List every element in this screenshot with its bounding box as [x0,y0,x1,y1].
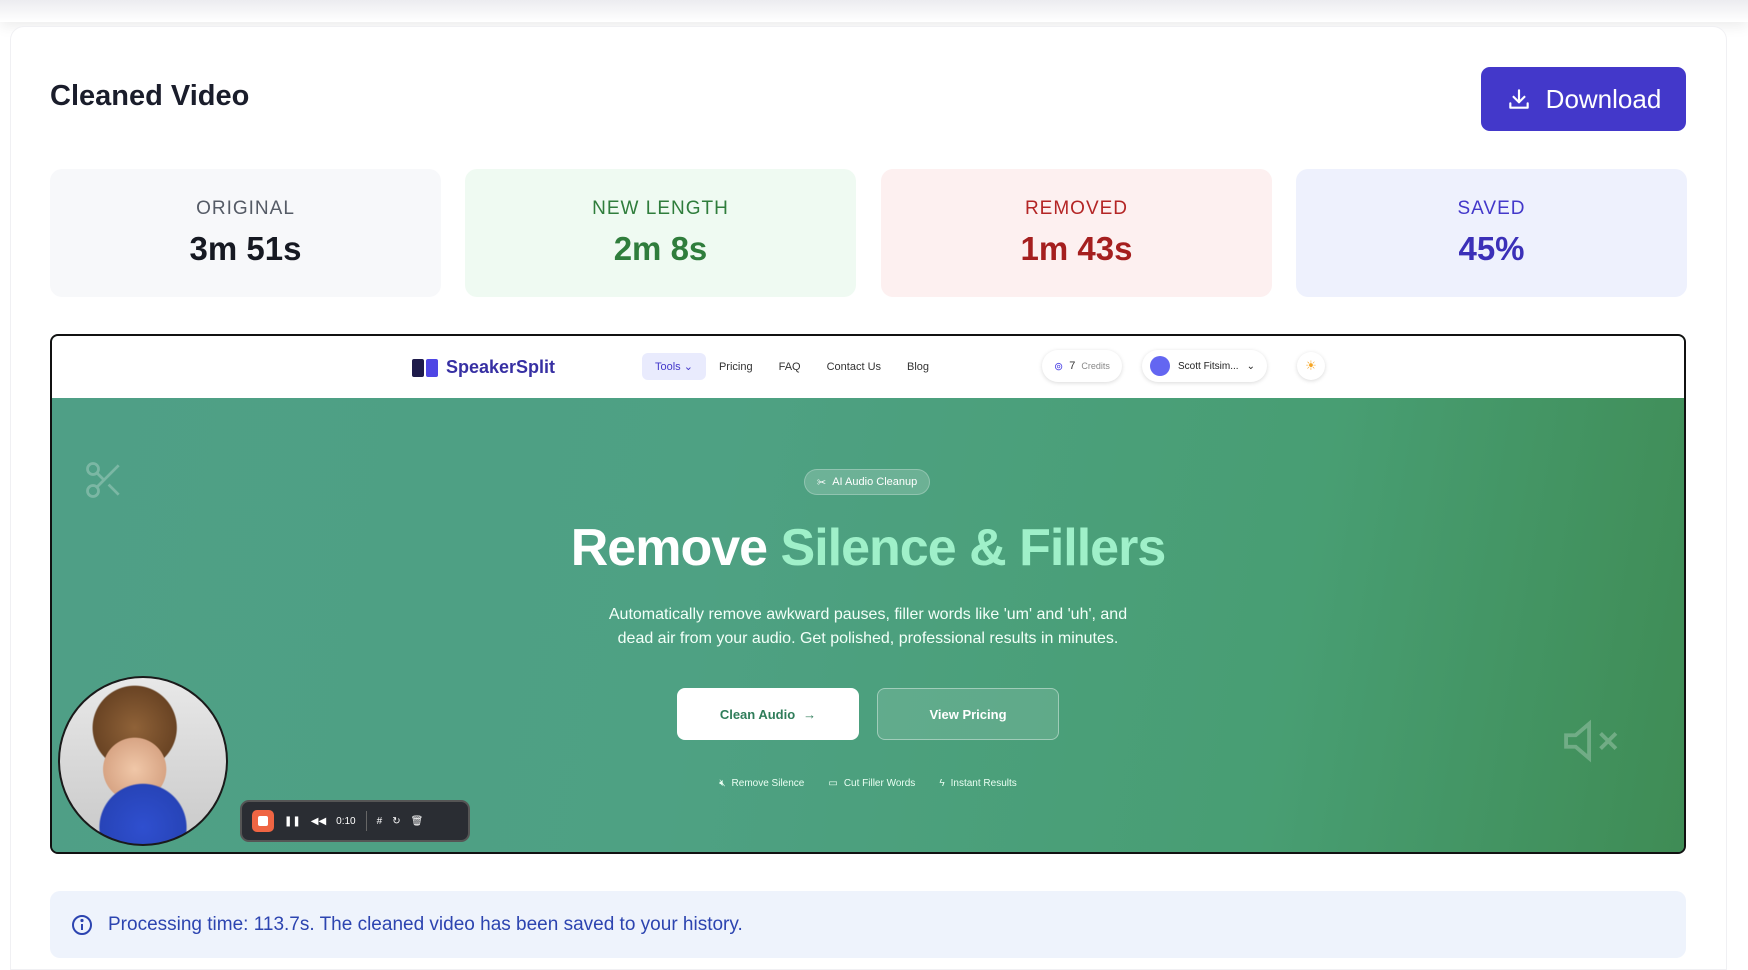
feature-item: ϟ Instant Results [939,778,1017,789]
badge-label: AI Audio Cleanup [832,476,918,488]
grid-icon: # [376,815,383,827]
credits-label: Credits [1081,361,1110,371]
video-nav-faq: FAQ [778,360,801,373]
hero-badge: ✂ AI Audio Cleanup [804,469,931,495]
restart-icon: ↻ [392,815,401,827]
info-icon [72,914,92,935]
user-menu: Scott Fitsim... ⌄ [1142,350,1267,382]
download-label: Download [1545,83,1662,114]
sun-icon: ☀ [1297,352,1325,380]
webcam-overlay [58,676,228,846]
stat-label: SAVED [1457,198,1526,219]
video-nav-tools: Tools ⌄ [642,353,706,380]
video-player[interactable]: SpeakerSplit Tools ⌄ Pricing FAQ Contact… [50,334,1686,854]
video-site-navbar: SpeakerSplit Tools ⌄ Pricing FAQ Contact… [52,336,1684,398]
feature-item: 🔇︎ Remove Silence [719,778,805,789]
pause-icon: ❚❚ [284,815,301,827]
video-site-logo: SpeakerSplit [412,357,555,378]
feature-list: 🔇︎ Remove Silence ▭ Cut Filler Words ϟ Inst… [52,778,1684,789]
stat-removed: REMOVED 1m 43s [881,169,1272,297]
download-button[interactable]: Download [1481,67,1686,131]
video-nav-contact: Contact Us [826,360,882,373]
video-nav-pricing: Pricing [718,360,753,373]
bolt-icon: ϟ [939,778,945,789]
trash-icon: 🗑︎ [410,815,424,827]
video-nav-blog: Blog [907,360,930,373]
subtitle-line: Automatically remove awkward pauses, fil… [608,606,1128,623]
hero-headline: Remove Silence & Fillers [52,518,1684,578]
scissors-small-icon: ✂ [817,476,827,489]
mute-icon: 🔇︎ [719,778,726,789]
clean-audio-label: Clean Audio [719,706,796,722]
chevron-down-icon: ⌄ [1246,360,1255,372]
video-site-name: SpeakerSplit [446,357,556,377]
view-pricing-button: View Pricing [877,688,1059,740]
stop-icon [252,810,274,832]
avatar [1150,356,1170,376]
stat-value: 2m 8s [613,230,708,267]
info-message: Processing time: 113.7s. The cleaned vid… [108,913,743,935]
arrow-right-icon: → [803,706,817,722]
credits-pill: ⊚ 7 Credits [1042,350,1122,382]
chat-icon: ▭ [828,778,838,789]
video-hero: ✂ AI Audio Cleanup Remove Silence & Fill… [52,398,1684,852]
page-title: Cleaned Video [50,80,250,112]
subtitle-line: dead air from your audio. Get polished, … [617,630,1119,647]
view-pricing-label: View Pricing [929,706,1007,722]
headline-accent: Silence & Fillers [780,519,1167,577]
top-divider [0,0,1748,22]
recorder-controls: ❚❚ ◀◀ 0:10 # ↻ 🗑︎ [240,800,470,842]
stat-original: ORIGINAL 3m 51s [50,169,441,297]
credits-count: 7 [1069,360,1076,372]
recorder-time: 0:10 [336,815,356,827]
stat-saved: SAVED 45% [1296,169,1687,297]
scissors-icon [86,462,120,498]
mute-icon-large [1564,719,1618,763]
coins-icon: ⊚ [1054,360,1064,373]
headline-main: Remove [570,519,781,577]
download-icon [1508,89,1529,109]
info-alert: Processing time: 113.7s. The cleaned vid… [50,891,1686,958]
clean-audio-button: Clean Audio → [677,688,859,740]
hero-subtitle: Automatically remove awkward pauses, fil… [52,603,1684,651]
stat-label: NEW LENGTH [592,198,729,219]
rewind-icon: ◀◀ [310,815,327,827]
stat-value: 3m 51s [189,230,302,267]
user-name: Scott Fitsim... [1178,360,1239,372]
stat-label: ORIGINAL [196,198,295,219]
logo-icon [412,358,438,377]
video-site-nav: Tools ⌄ Pricing FAQ Contact Us Blog [642,353,942,380]
stat-label: REMOVED [1024,198,1129,219]
feature-item: ▭ Cut Filler Words [828,778,916,789]
stat-new-length: NEW LENGTH 2m 8s [465,169,856,297]
stat-value: 1m 43s [1020,230,1133,267]
stat-value: 45% [1458,230,1525,267]
divider [365,811,367,831]
